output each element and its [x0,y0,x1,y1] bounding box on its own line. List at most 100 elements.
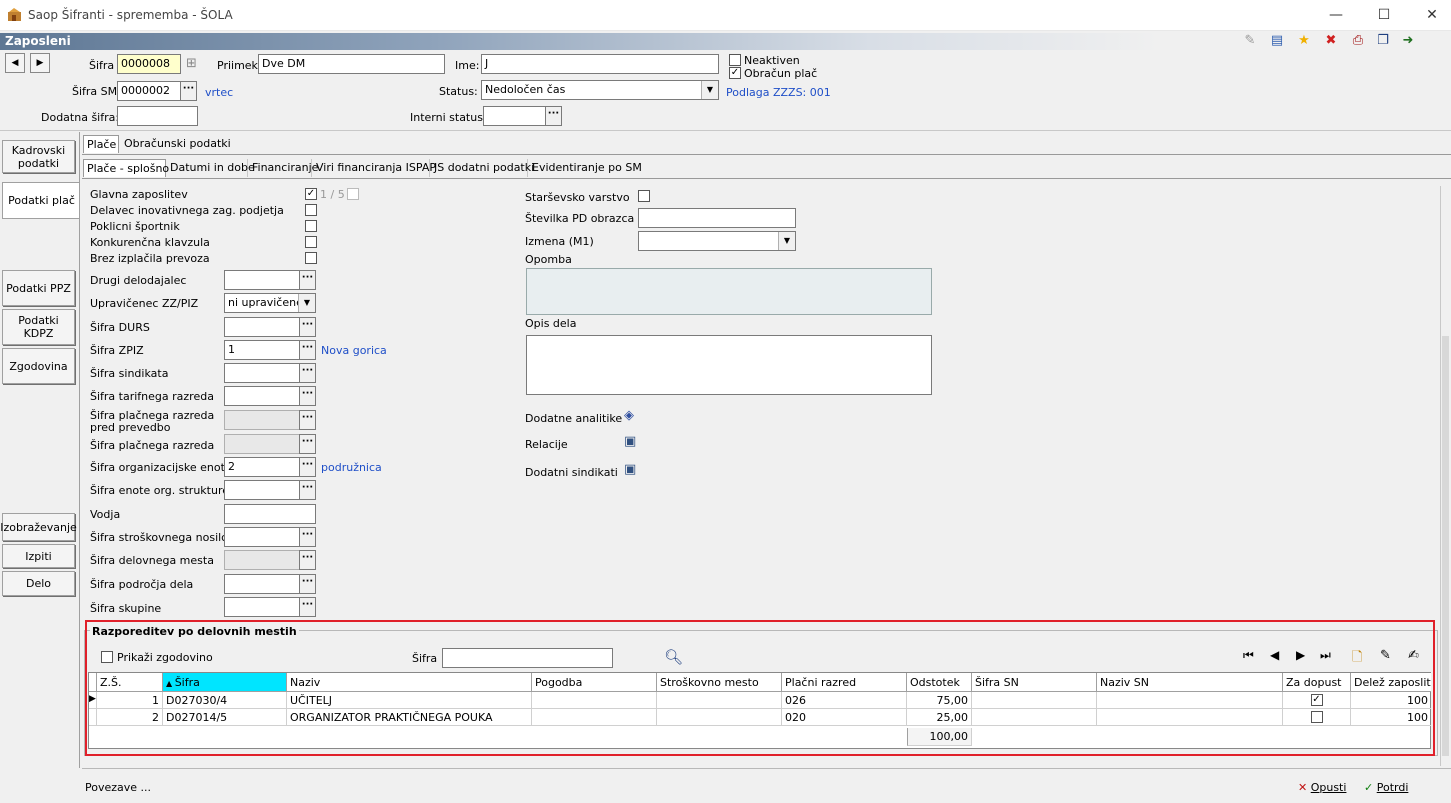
col-razred[interactable]: Plačni razred [782,673,907,692]
minimize-button[interactable]: — [1325,5,1347,25]
sifra-sm-lookup-button[interactable]: ··· [180,81,197,101]
sidebar-item-podatki-plac[interactable]: Podatki plač [2,182,80,219]
tarifnega-input[interactable] [224,386,300,406]
tab-place-splosno[interactable]: Plače - splošno [83,159,169,177]
glavna-checkbox[interactable]: ✓ [305,188,317,200]
table-row-1-razred[interactable]: 026 [782,692,907,709]
edit-row-icon[interactable]: ✎ [1380,648,1391,663]
next-record-icon[interactable]: ▶ [1296,648,1305,662]
sidebar-item-izpiti[interactable]: Izpiti [2,544,75,568]
chevron-down-icon[interactable]: ▼ [778,232,795,250]
delovnega-lookup-button[interactable]: ··· [299,550,316,570]
sindikata-input[interactable] [224,363,300,383]
konkurencna-checkbox[interactable] [305,236,317,248]
priimek-input[interactable]: Dve DM [258,54,445,74]
prevoz-checkbox[interactable] [305,252,317,264]
new-row-icon[interactable]: 🗋 [1352,648,1362,670]
sidebar-item-zgodovina[interactable]: Zgodovina [2,348,75,384]
col-sifra-sn[interactable]: Šifra SN [972,673,1097,692]
edit-row-alt-icon[interactable]: ✍ [1408,648,1419,663]
sidebar-item-kdpz[interactable]: Podatki KDPZ [2,309,75,345]
sidebar-item-kadrovski[interactable]: Kadrovski podatki [2,140,75,173]
last-record-icon[interactable]: ⏭ [1320,648,1331,663]
izmena-select[interactable]: ▼ [638,231,796,251]
col-naziv-sn[interactable]: Naziv SN [1097,673,1283,692]
scrollbar[interactable] [1440,186,1449,766]
skupine-lookup-button[interactable]: ··· [299,597,316,617]
drugi-lookup-button[interactable]: ··· [299,270,316,290]
sportnik-checkbox[interactable] [305,220,317,232]
table-row-1-naziv[interactable]: UČITELJ [287,692,532,709]
drugi-input[interactable] [224,270,300,290]
table-row-2-delez[interactable]: 100 [1351,709,1431,726]
org-enote-input[interactable]: 2 [224,457,300,477]
calculator-icon[interactable]: ⊞ [186,56,197,71]
table-row-2-razred[interactable]: 020 [782,709,907,726]
prev-record-icon[interactable]: ◀ [1270,648,1279,662]
col-dopust[interactable]: Za dopust [1283,673,1351,692]
table-row-2-dopust[interactable] [1283,709,1351,726]
vodja-input[interactable] [224,504,316,524]
table-row-1-sifra[interactable]: D027030/4 [163,692,287,709]
inovativ-checkbox[interactable] [305,204,317,216]
neaktiven-checkbox[interactable] [729,54,741,66]
maximize-button[interactable]: ☐ [1373,5,1395,25]
table-row-1-sn[interactable] [972,692,1097,709]
tab-viri[interactable]: Viri financiranja ISPAP [313,159,436,177]
opomba-textarea[interactable] [526,268,932,315]
sidebar-item-ppz[interactable]: Podatki PPZ [2,270,75,306]
stroskovnega-input[interactable] [224,527,300,547]
col-zs[interactable]: Z.Š. [97,673,163,692]
opusti-button[interactable]: ✕ Opusti [1298,781,1346,794]
tab-evidentiranje[interactable]: Evidentiranje po SM [529,159,642,177]
col-naziv[interactable]: Naziv [287,673,532,692]
first-record-icon[interactable]: ⏮ [1243,648,1254,663]
zpiz-input[interactable]: 1 [224,340,300,360]
print-icon[interactable]: ⎙ [1349,32,1367,49]
tab-place[interactable]: Plače [83,135,119,153]
enote-strukture-lookup-button[interactable]: ··· [299,480,316,500]
table-row-2-zs[interactable]: 2 [97,709,163,726]
tab-js[interactable]: JS dodatni podatki [431,159,534,177]
sifra-sm-input[interactable]: 0000002 [117,81,181,101]
table-row-2-pogodba[interactable] [532,709,657,726]
enote-strukture-input[interactable] [224,480,300,500]
ime-input[interactable]: J [481,54,719,74]
scrollbar-thumb[interactable] [1442,336,1449,756]
copy-icon[interactable]: ❐ [1374,32,1392,49]
table-row-1-naziv-sn[interactable] [1097,692,1283,709]
podrocja-input[interactable] [224,574,300,594]
interni-input[interactable] [483,106,546,126]
stroskovnega-lookup-button[interactable]: ··· [299,527,316,547]
list-icon[interactable]: ▤ [1268,32,1286,49]
povezave-link[interactable]: Povezave ... [85,781,151,794]
sindikati-icon[interactable]: ▣ [624,462,636,477]
zgodovina-checkbox[interactable] [101,651,113,663]
table-row-2-sifra[interactable]: D027014/5 [163,709,287,726]
durs-lookup-button[interactable]: ··· [299,317,316,337]
pd-obrazca-input[interactable] [638,208,796,228]
skupine-input[interactable] [224,597,300,617]
chevron-down-icon[interactable]: ▼ [701,81,718,99]
sidebar-item-izobrazevanje[interactable]: Izobraževanje [0,513,77,541]
starsevsko-checkbox[interactable] [638,190,650,202]
search-icon[interactable]: 🔍︎ [664,648,683,666]
relacije-icon[interactable]: ▣ [624,434,636,449]
table-row-1-odstotek[interactable]: 75,00 [907,692,972,709]
col-odstotek[interactable]: Odstotek [907,673,972,692]
table-row-1-mesto[interactable] [657,692,782,709]
prev-record-button[interactable]: ◀ [5,53,25,73]
dopust-checkbox[interactable] [1310,711,1323,723]
table-row-2-odstotek[interactable]: 25,00 [907,709,972,726]
delete-icon[interactable]: ✖ [1322,32,1340,49]
tab-financiranje[interactable]: Financiranje [249,159,318,177]
obracun-checkbox[interactable]: ✓ [729,67,741,79]
sindikata-lookup-button[interactable]: ··· [299,363,316,383]
analitike-icon[interactable]: ◈ [624,408,634,423]
table-row-2-naziv[interactable]: ORGANIZATOR PRAKTIČNEGA POUKA [287,709,532,726]
grid-sifra-input[interactable] [442,648,613,668]
col-pogodba[interactable]: Pogodba [532,673,657,692]
dopust-checkbox[interactable]: ✓ [1310,694,1323,706]
export-icon[interactable]: ➜ [1399,32,1417,49]
chevron-down-icon[interactable]: ▼ [298,294,315,312]
